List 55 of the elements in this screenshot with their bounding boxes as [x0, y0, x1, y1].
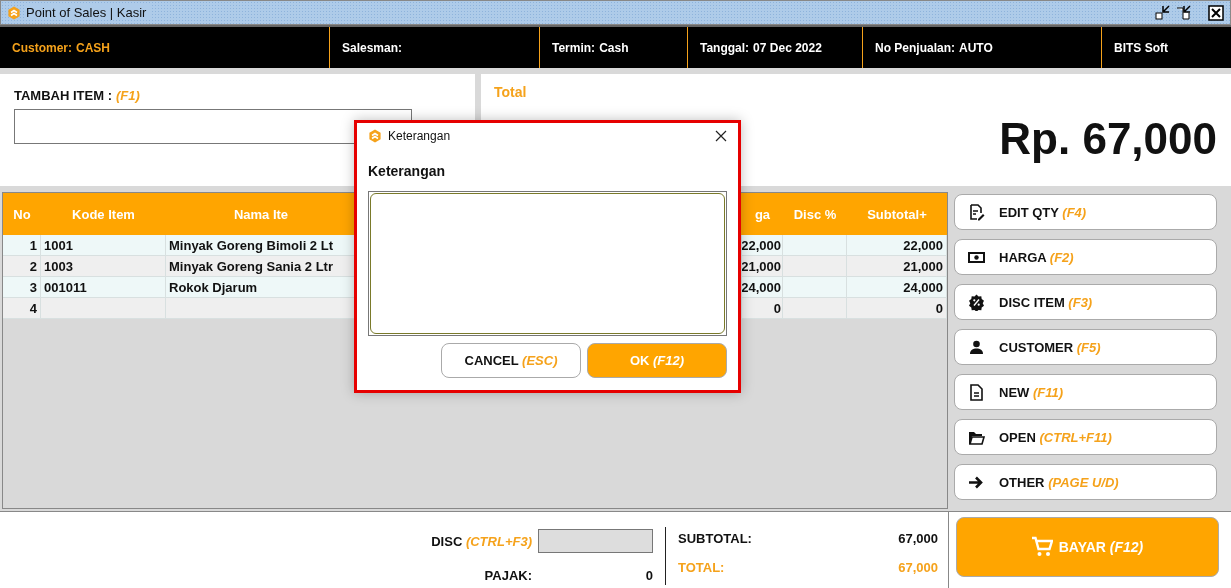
info-value: AUTO [959, 40, 993, 55]
column-header: Nama Ite [232, 205, 290, 224]
info-value: 07 Dec 2022 [753, 40, 822, 55]
shortcut-label: (F1) [115, 88, 140, 103]
action-button[interactable]: HARGA (F2) [954, 239, 1217, 275]
info-label: No Penjualan: [875, 40, 955, 55]
note-field[interactable] [368, 191, 727, 336]
add-item-label: TAMBAH ITEM : [14, 88, 112, 103]
discount-field[interactable] [538, 529, 653, 553]
grand-total-label: TOTAL: [678, 560, 726, 575]
action-button[interactable]: DISC ITEM (F3) [954, 284, 1217, 320]
info-value: Cash [599, 40, 629, 55]
tax-label: PAJAK: [483, 568, 532, 583]
tax-value: 0 [644, 568, 653, 583]
subtotal-label: SUBTOTAL: [678, 531, 753, 546]
action-button[interactable]: EDIT QTY (F4) [954, 194, 1217, 230]
action-button[interactable]: OPEN (CTRL+F11) [954, 419, 1217, 455]
cancel-button[interactable]: CANCEL (ESC) [441, 343, 581, 378]
column-header: Disc % [792, 205, 838, 224]
table-cell: 0 [847, 298, 947, 319]
info-label: Termin: [552, 40, 596, 55]
edit-document-icon [968, 203, 985, 221]
action-button[interactable]: OTHER (PAGE U/D) [954, 464, 1217, 500]
info-label: BITS Soft [1114, 40, 1168, 55]
table-cell [783, 298, 847, 319]
restore-icon[interactable] [1176, 4, 1192, 21]
info-label: Customer: [12, 40, 72, 55]
disc-label: DISC (CTRL+F3) [431, 533, 532, 549]
total-amount: Rp. 67,000 [999, 114, 1217, 164]
document-icon [968, 383, 985, 401]
minimize-icon[interactable] [1155, 4, 1171, 21]
info-value: CASH [76, 40, 111, 55]
action-button[interactable]: CUSTOMER (F5) [954, 329, 1217, 365]
column-header: No [12, 205, 32, 224]
column-header: Subtotal+ [866, 205, 928, 224]
person-icon [968, 338, 985, 356]
app-logo-icon [7, 5, 21, 20]
table-cell: 4 [3, 298, 41, 319]
close-icon[interactable] [715, 130, 727, 142]
app-logo-icon [368, 129, 382, 143]
table-cell: 0 [742, 298, 783, 319]
discount-badge-icon [968, 293, 985, 311]
action-button[interactable]: NEW (F11) [954, 374, 1217, 410]
window-title: Point of Sales | Kasir [26, 5, 153, 20]
column-header: Kode Item [71, 205, 136, 224]
dialog-title: Keterangan [388, 129, 451, 143]
close-icon[interactable] [1208, 4, 1224, 21]
total-label: Total [494, 84, 528, 100]
subtotal-value: 67,000 [897, 531, 938, 546]
info-label: Salesman: [342, 40, 403, 55]
info-label: Tanggal: [700, 40, 750, 55]
note-label: Keterangan [368, 163, 447, 179]
grand-total-value: 67,000 [897, 560, 938, 575]
cart-icon [1030, 535, 1053, 558]
column-header: ga [753, 205, 772, 224]
